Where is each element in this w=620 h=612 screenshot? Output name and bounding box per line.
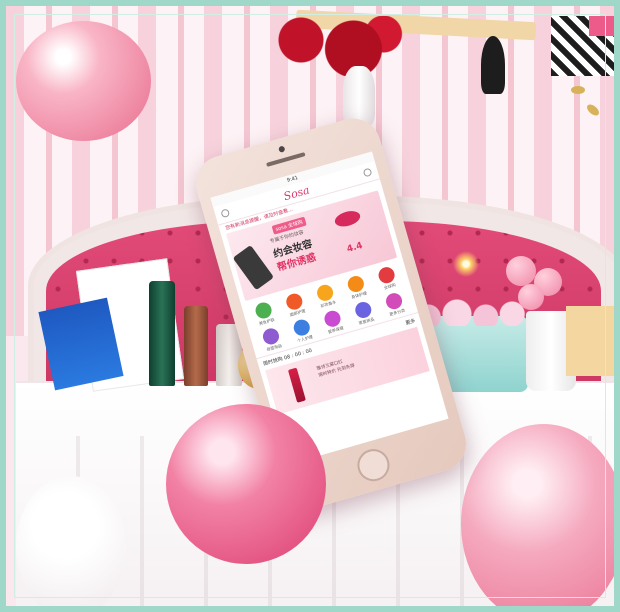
- lipstick-image: [287, 367, 306, 403]
- pink-balloon: [16, 21, 151, 141]
- white-vase: [343, 66, 375, 126]
- speaker-grille: [266, 152, 306, 167]
- white-balloon: [16, 476, 126, 606]
- promo-text: 雅诗兰黛口红 限时特价 先到先得: [316, 359, 356, 379]
- chess-piece-icon: [481, 36, 505, 94]
- more-link[interactable]: 更多: [405, 317, 416, 327]
- pink-macaron: [518, 284, 544, 310]
- green-serum-bottle: [149, 281, 175, 386]
- photo-frame: 9:41 Sosa 您有新消息提醒，请及时查看... sosa 全球购 专属于你…: [0, 0, 620, 612]
- search-icon[interactable]: [362, 167, 373, 178]
- pink-balloon: [461, 424, 614, 606]
- category-item[interactable]: 全球购: [369, 263, 406, 294]
- pink-balloon: [166, 404, 326, 564]
- banner-date: 4.4: [345, 240, 364, 255]
- home-button[interactable]: [353, 445, 394, 485]
- user-icon[interactable]: [220, 208, 231, 219]
- striped-gift-box: [551, 16, 614, 76]
- gold-gift-box: [566, 306, 614, 376]
- foundation-bottle: [184, 306, 208, 386]
- lips-icon: [333, 208, 362, 230]
- banner-product-image: [232, 244, 275, 291]
- pink-macaron: [506, 256, 536, 286]
- gold-confetti: [571, 86, 585, 94]
- sparkler: [453, 251, 479, 277]
- red-roses: [256, 16, 406, 76]
- camera-icon: [278, 145, 286, 153]
